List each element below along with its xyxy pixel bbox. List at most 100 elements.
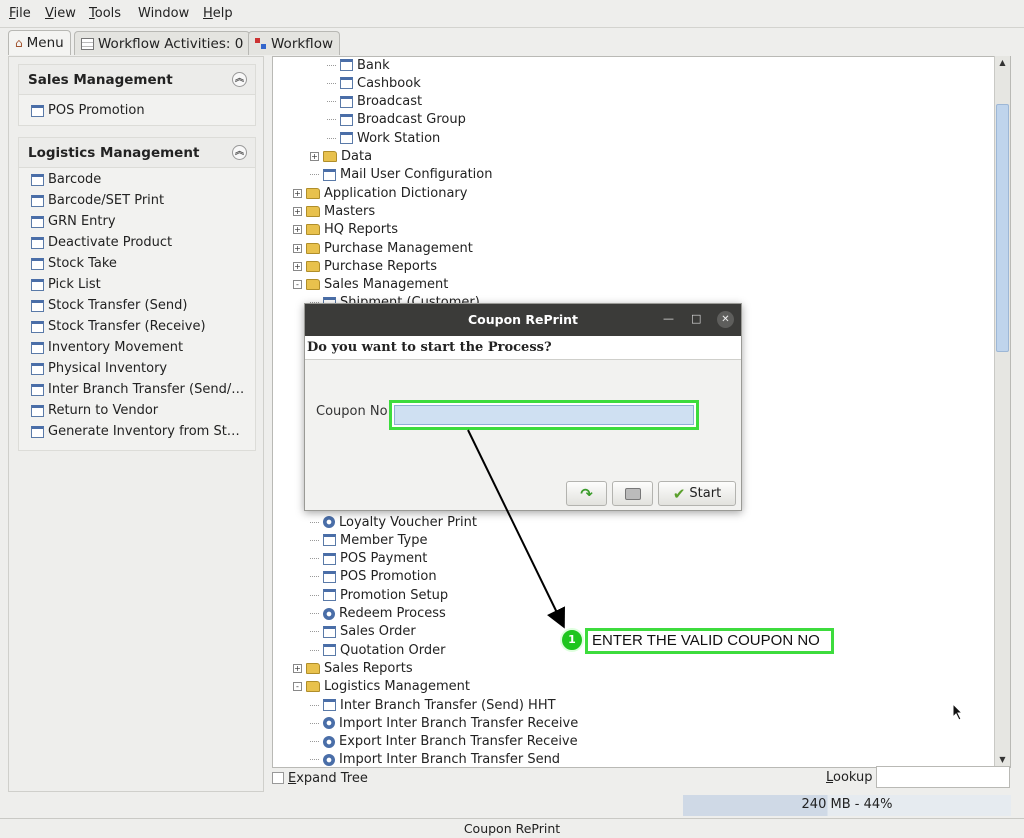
menu-window[interactable]: Window [138, 6, 189, 21]
window-icon [31, 257, 44, 270]
window-icon [31, 320, 44, 333]
step-badge: 1 [560, 628, 584, 652]
menu-tools[interactable]: Tools [89, 6, 121, 21]
tab-menu[interactable]: ⌂ Menu [8, 30, 71, 55]
tree-label: POS Payment [340, 551, 428, 567]
tree-item[interactable]: Inter Branch Transfer (Send) HHT [310, 696, 556, 714]
checkbox[interactable] [272, 772, 284, 784]
tree-folder[interactable]: + Purchase Management [293, 239, 473, 257]
expand-tree-checkbox[interactable]: Expand Tree [272, 769, 632, 787]
tree-item[interactable]: Import Inter Branch Transfer Receive [310, 714, 578, 732]
tree-item[interactable]: Redeem Process [310, 605, 446, 623]
scroll-down-icon[interactable]: ▼ [995, 753, 1010, 767]
list-item[interactable]: Inventory Movement [19, 337, 255, 358]
tree-folder[interactable]: - Logistics Management [293, 678, 470, 696]
tree-item[interactable]: Broadcast [327, 93, 422, 111]
tree-item[interactable]: Member Type [310, 531, 427, 549]
list-item[interactable]: Return to Vendor [19, 400, 255, 421]
maximize-icon[interactable]: □ [691, 312, 701, 325]
tree-item[interactable]: Mail User Configuration [310, 166, 492, 184]
group-header[interactable]: Logistics Management ︽ [19, 138, 255, 168]
tree-label: Broadcast [357, 94, 423, 110]
tree-folder[interactable]: + Data [310, 148, 372, 166]
tree-item[interactable]: Cashbook [327, 74, 421, 92]
list-item[interactable]: Inter Branch Transfer (Send/… [19, 379, 255, 400]
collapse-icon[interactable]: ︽ [232, 72, 247, 87]
folder-icon [306, 279, 320, 291]
list-item[interactable]: GRN Entry [19, 211, 255, 232]
window-icon [31, 215, 44, 228]
process-icon [323, 717, 335, 730]
refresh-button[interactable]: ↷ [566, 481, 607, 506]
expand-icon[interactable]: + [310, 152, 319, 161]
tab-workflow-activities[interactable]: Workflow Activities: 0 [74, 31, 251, 55]
tree-label: Import Inter Branch Transfer Send [339, 752, 561, 768]
menu-view[interactable]: View [45, 6, 76, 21]
list-item[interactable]: Deactivate Product [19, 232, 255, 253]
menu-help[interactable]: Help [203, 6, 233, 21]
tree-folder[interactable]: + Sales Reports [293, 659, 413, 677]
process-icon [323, 735, 335, 748]
list-item[interactable]: Stock Transfer (Send) [19, 295, 255, 316]
expand-icon[interactable]: + [293, 225, 302, 235]
tree-item[interactable]: Sales Order [310, 623, 416, 641]
list-item[interactable]: Pick List [19, 274, 255, 295]
tree-folder[interactable]: + Masters [293, 202, 375, 220]
tree-item[interactable]: Promotion Setup [310, 586, 448, 604]
list-item[interactable]: Stock Transfer (Receive) [19, 316, 255, 337]
expand-icon[interactable]: + [293, 243, 302, 253]
lookup-input[interactable] [876, 766, 1010, 788]
tree-item[interactable]: Broadcast Group [327, 111, 466, 129]
status-bar: Coupon RePrint [0, 818, 1024, 838]
group-logistics-management: Logistics Management ︽ Barcode Barcode/SE… [18, 137, 256, 451]
tree-item[interactable]: Quotation Order [310, 641, 445, 659]
expand-icon[interactable]: + [293, 188, 302, 198]
expand-icon[interactable]: + [293, 206, 302, 216]
tree-item[interactable]: Loyalty Voucher Print [310, 513, 477, 531]
print-button[interactable] [612, 481, 653, 506]
list-item[interactable]: Generate Inventory from St… [19, 421, 255, 442]
tree-label: Quotation Order [340, 642, 446, 658]
process-icon [323, 607, 335, 620]
window-icon [340, 77, 353, 90]
tree-connector [310, 704, 319, 706]
collapse-icon[interactable]: - [293, 280, 302, 290]
table-icon [81, 37, 94, 50]
start-button[interactable]: ✔ Start [658, 481, 736, 506]
tree-label: POS Promotion [340, 569, 437, 585]
tree-folder[interactable]: + HQ Reports [293, 221, 398, 239]
tree-item[interactable]: Import Inter Branch Transfer Send [310, 751, 561, 768]
collapse-icon[interactable]: ︽ [232, 145, 247, 160]
coupon-no-input[interactable] [389, 400, 699, 430]
checkmark-icon: ✔ [672, 484, 686, 503]
tree-folder[interactable]: + Purchase Reports [293, 257, 437, 275]
window-icon [31, 194, 44, 207]
menu-file[interactable]: File [9, 6, 31, 21]
expand-icon[interactable]: + [293, 261, 302, 271]
folder-icon [306, 187, 320, 199]
tree-scrollbar[interactable]: ▲ ▼ [994, 56, 1010, 768]
tree-folder[interactable]: + Application Dictionary [293, 184, 467, 202]
tree-folder[interactable]: - Sales Management [293, 276, 448, 294]
folder-icon [306, 681, 320, 693]
list-item[interactable]: POS Promotion [19, 100, 255, 121]
list-item[interactable]: Stock Take [19, 253, 255, 274]
close-icon[interactable]: ✕ [717, 311, 734, 328]
tree-item[interactable]: Bank [327, 57, 390, 74]
list-item[interactable]: Physical Inventory [19, 358, 255, 379]
minimize-icon[interactable]: — [663, 312, 674, 325]
list-item[interactable]: Barcode [19, 169, 255, 190]
expand-icon[interactable]: + [293, 663, 302, 673]
tab-workflow[interactable]: Workflow [248, 31, 340, 55]
window-icon [31, 362, 44, 375]
tree-item[interactable]: Export Inter Branch Transfer Receive [310, 733, 578, 751]
scroll-up-icon[interactable]: ▲ [995, 56, 1010, 70]
tree-item[interactable]: POS Payment [310, 550, 427, 568]
collapse-icon[interactable]: - [293, 682, 302, 692]
tree-item[interactable]: Work Station [327, 129, 440, 147]
scroll-thumb[interactable] [996, 104, 1009, 352]
group-header[interactable]: Sales Management ︽ [19, 65, 255, 95]
list-item[interactable]: Barcode/SET Print [19, 190, 255, 211]
group-title: Sales Management [28, 71, 173, 88]
tree-item[interactable]: POS Promotion [310, 568, 437, 586]
